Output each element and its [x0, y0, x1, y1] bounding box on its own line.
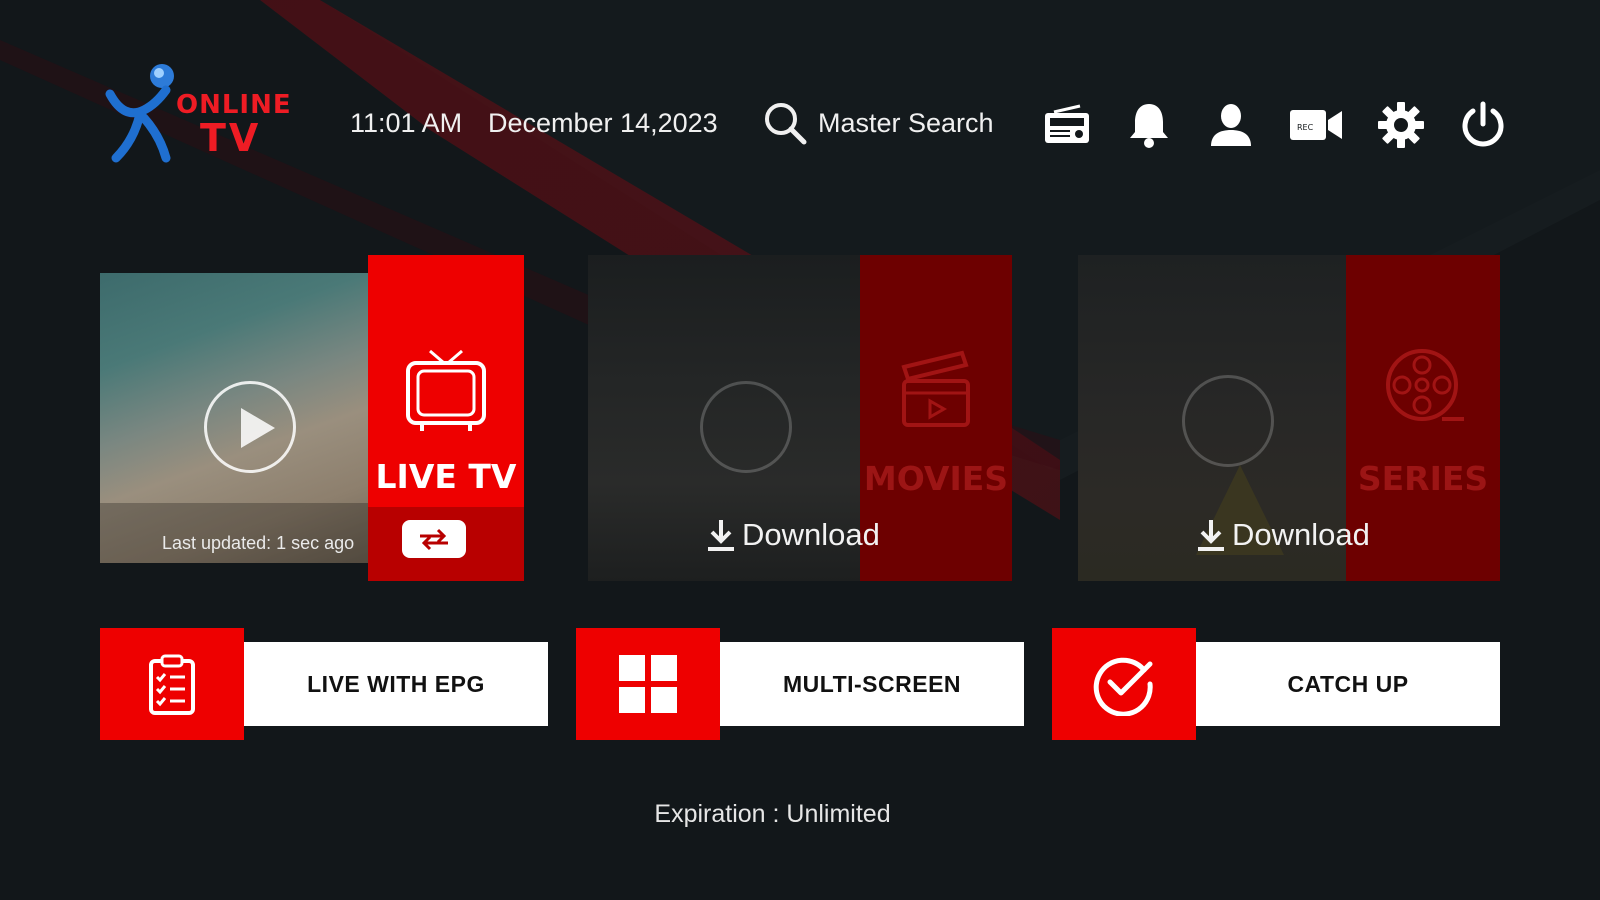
- live-tv-tile[interactable]: LIVE TV Last updated: 1 sec ago: [100, 255, 524, 581]
- catch-up-button[interactable]: CATCH UP: [1052, 628, 1500, 740]
- multi-screen-label: MULTI-SCREEN: [720, 642, 1024, 726]
- live-with-epg-button[interactable]: LIVE WITH EPG: [100, 628, 548, 740]
- movies-side-panel: MOVIES: [860, 255, 1012, 581]
- logo-word-tv: TV: [200, 116, 262, 160]
- settings-button[interactable]: [1376, 100, 1426, 150]
- catch-up-label: CATCH UP: [1196, 642, 1500, 726]
- refresh-icon: [420, 528, 448, 551]
- radio-button[interactable]: [1042, 100, 1092, 150]
- download-icon: [1198, 520, 1224, 551]
- check-circle-icon: [1093, 657, 1153, 716]
- app-logo: ONLINE TV: [104, 60, 291, 170]
- search-icon: [765, 103, 807, 145]
- live-with-epg-label: LIVE WITH EPG: [244, 642, 548, 726]
- expiration-text: Expiration : Unlimited: [654, 800, 891, 828]
- radio-icon: [1045, 104, 1089, 143]
- multi-screen-button[interactable]: MULTI-SCREEN: [576, 628, 1024, 740]
- svg-text:REC: REC: [1297, 123, 1314, 132]
- power-button[interactable]: [1458, 100, 1508, 150]
- logo-figure-icon: [105, 64, 174, 163]
- series-label: SERIES: [1357, 459, 1489, 498]
- profile-button[interactable]: [1206, 100, 1256, 150]
- series-download-label: Download: [1232, 517, 1370, 552]
- user-icon: [1211, 104, 1251, 146]
- video-camera-icon: REC: [1290, 110, 1342, 140]
- movies-play-icon: [700, 381, 792, 473]
- gear-icon: [1378, 102, 1424, 148]
- movies-tile[interactable]: MOVIES Download: [588, 255, 1012, 581]
- master-search-button[interactable]: Master Search: [762, 98, 994, 148]
- series-tile[interactable]: SERIES Download: [1078, 255, 1500, 581]
- series-play-icon: [1182, 375, 1274, 467]
- download-icon: [708, 520, 734, 551]
- tv-icon: [406, 349, 486, 431]
- bell-icon: [1130, 104, 1168, 148]
- movies-download-button[interactable]: Download: [706, 517, 880, 553]
- clapperboard-icon: [901, 350, 970, 427]
- live-tv-label: LIVE TV: [375, 457, 517, 496]
- live-tv-play-icon: [204, 381, 296, 473]
- refresh-button[interactable]: [402, 520, 466, 558]
- series-download-button[interactable]: Download: [1196, 517, 1370, 553]
- notifications-button[interactable]: [1124, 100, 1174, 150]
- date: December 14,2023: [488, 108, 718, 138]
- movies-download-label: Download: [742, 517, 880, 552]
- live-tv-side-panel: LIVE TV: [368, 255, 524, 581]
- film-reel-icon: [1386, 349, 1464, 421]
- recordings-button[interactable]: REC: [1288, 100, 1344, 150]
- clock: 11:01 AM: [350, 108, 463, 138]
- master-search-label: Master Search: [818, 107, 994, 138]
- last-updated-text: Last updated: 1 sec ago: [162, 533, 355, 553]
- power-icon: [1462, 101, 1504, 147]
- clipboard-checklist-icon: [149, 654, 195, 715]
- movies-label: MOVIES: [863, 459, 1009, 498]
- grid-icon: [619, 655, 677, 713]
